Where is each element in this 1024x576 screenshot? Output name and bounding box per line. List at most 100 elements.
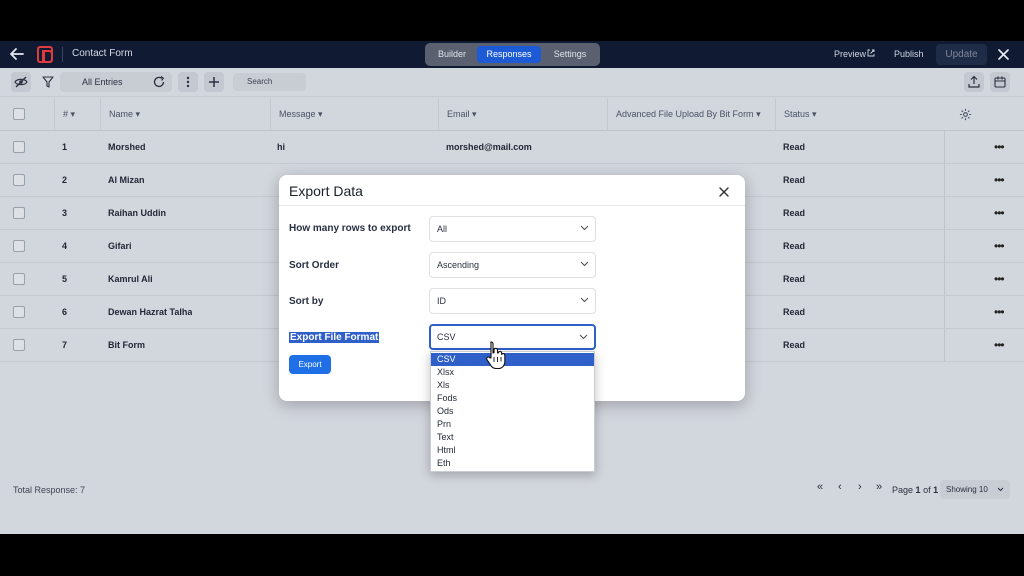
row-message: hi <box>277 142 285 152</box>
export-file-format-label: Export File Format <box>289 332 380 343</box>
row-name: Raihan Uddin <box>108 208 166 218</box>
format-option-html[interactable]: Html <box>431 444 594 457</box>
preview-link[interactable]: Preview <box>834 49 866 59</box>
date-filter-button[interactable] <box>990 72 1010 92</box>
column-header-file-upload[interactable]: Advanced File Upload By Bit Form ▾ <box>607 98 775 131</box>
back-arrow-icon[interactable] <box>9 46 25 62</box>
sort-order-label: Sort Order <box>289 260 340 271</box>
rows-to-export-select[interactable]: All <box>429 216 596 242</box>
hide-columns-button[interactable] <box>11 72 31 92</box>
export-button[interactable]: Export <box>289 355 331 374</box>
column-header-message[interactable]: Message ▾ <box>270 98 438 131</box>
row-name: Al Mizan <box>108 175 145 185</box>
row-checkbox[interactable] <box>13 339 25 351</box>
column-divider <box>944 197 945 229</box>
file-format-dropdown: CSV Xlsx Xls Fods Ods Prn Text Html Eth <box>430 351 595 472</box>
row-actions-icon[interactable]: ••• <box>994 273 1005 285</box>
plus-icon <box>209 77 219 87</box>
column-header-status[interactable]: Status ▾ <box>775 98 944 131</box>
entries-toolbar: All Entries Search <box>0 68 1024 97</box>
row-status: Read <box>783 142 806 152</box>
row-actions-icon[interactable]: ••• <box>994 141 1005 153</box>
search-input[interactable]: Search <box>233 73 306 91</box>
filter-button[interactable] <box>38 72 58 92</box>
next-page-button[interactable]: › <box>858 481 862 493</box>
row-status: Read <box>783 175 806 185</box>
page-size-select[interactable]: Showing 10 <box>940 480 1010 499</box>
tab-settings[interactable]: Settings <box>545 46 595 63</box>
column-header-email[interactable]: Email ▾ <box>438 98 607 131</box>
form-title: Contact Form <box>72 48 133 59</box>
sort-by-select[interactable]: ID <box>429 288 596 314</box>
column-header-number[interactable]: # ▾ <box>54 98 100 131</box>
eye-off-icon <box>14 76 28 88</box>
column-divider <box>944 164 945 196</box>
refresh-icon <box>153 76 165 88</box>
row-number: 1 <box>62 142 68 152</box>
row-email: morshed@mail.com <box>446 142 532 152</box>
row-status: Read <box>783 307 806 317</box>
row-number: 7 <box>62 340 68 350</box>
row-checkbox[interactable] <box>13 207 25 219</box>
row-actions-icon[interactable]: ••• <box>994 306 1005 318</box>
upload-icon <box>968 75 980 88</box>
update-button[interactable]: Update <box>936 44 987 65</box>
column-divider <box>944 296 945 328</box>
row-checkbox[interactable] <box>13 141 25 153</box>
format-option-xls[interactable]: Xls <box>431 379 594 392</box>
column-header-name[interactable]: Name ▾ <box>100 98 270 131</box>
format-option-csv[interactable]: CSV <box>431 353 594 366</box>
close-icon[interactable] <box>997 48 1010 61</box>
hand-pointer-icon <box>486 341 506 370</box>
chevron-down-icon <box>580 261 589 267</box>
export-file-format-select[interactable]: CSV <box>429 324 596 350</box>
row-status: Read <box>783 208 806 218</box>
first-page-button[interactable]: « <box>817 481 823 493</box>
column-divider <box>944 263 945 295</box>
chevron-down-icon <box>997 487 1004 492</box>
column-divider <box>944 131 945 163</box>
row-name: Gifari <box>108 241 132 251</box>
export-button[interactable] <box>964 72 984 92</box>
prev-page-button[interactable]: ‹ <box>838 481 842 493</box>
total-responses: Total Response: 7 <box>13 485 86 495</box>
row-name: Morshed <box>108 142 146 152</box>
format-option-eth[interactable]: Eth <box>431 457 594 470</box>
row-actions-icon[interactable]: ••• <box>994 174 1005 186</box>
format-option-xlsx[interactable]: Xlsx <box>431 366 594 379</box>
format-option-prn[interactable]: Prn <box>431 418 594 431</box>
publish-button[interactable]: Publish <box>894 49 924 59</box>
format-option-text[interactable]: Text <box>431 431 594 444</box>
top-nav-bar: Contact Form Builder Responses Settings … <box>0 41 1024 68</box>
row-actions-icon[interactable]: ••• <box>994 207 1005 219</box>
row-status: Read <box>783 274 806 284</box>
row-checkbox[interactable] <box>13 240 25 252</box>
sort-order-select[interactable]: Ascending <box>429 252 596 278</box>
calendar-icon <box>994 76 1006 88</box>
gear-icon[interactable] <box>959 108 972 121</box>
format-option-ods[interactable]: Ods <box>431 405 594 418</box>
format-option-fods[interactable]: Fods <box>431 392 594 405</box>
sort-by-label: Sort by <box>289 296 324 307</box>
tab-builder[interactable]: Builder <box>431 46 473 63</box>
refresh-button[interactable] <box>149 72 169 92</box>
select-all-checkbox[interactable] <box>13 108 25 120</box>
row-actions-icon[interactable]: ••• <box>994 339 1005 351</box>
row-checkbox[interactable] <box>13 306 25 318</box>
row-number: 5 <box>62 274 68 284</box>
row-checkbox[interactable] <box>13 273 25 285</box>
row-actions-icon[interactable]: ••• <box>994 240 1005 252</box>
close-icon[interactable] <box>717 185 731 199</box>
add-entry-button[interactable] <box>204 72 224 92</box>
last-page-button[interactable]: » <box>876 481 882 493</box>
kebab-menu-icon <box>186 76 190 88</box>
more-options-button[interactable] <box>178 72 198 92</box>
row-checkbox[interactable] <box>13 174 25 186</box>
table-row[interactable]: 1 Morshed hi morshed@mail.com Read ••• <box>0 131 1024 164</box>
filter-icon <box>42 76 54 88</box>
chevron-down-icon <box>579 334 588 340</box>
row-number: 2 <box>62 175 68 185</box>
column-divider <box>944 230 945 262</box>
tab-responses[interactable]: Responses <box>477 46 541 63</box>
row-status: Read <box>783 340 806 350</box>
